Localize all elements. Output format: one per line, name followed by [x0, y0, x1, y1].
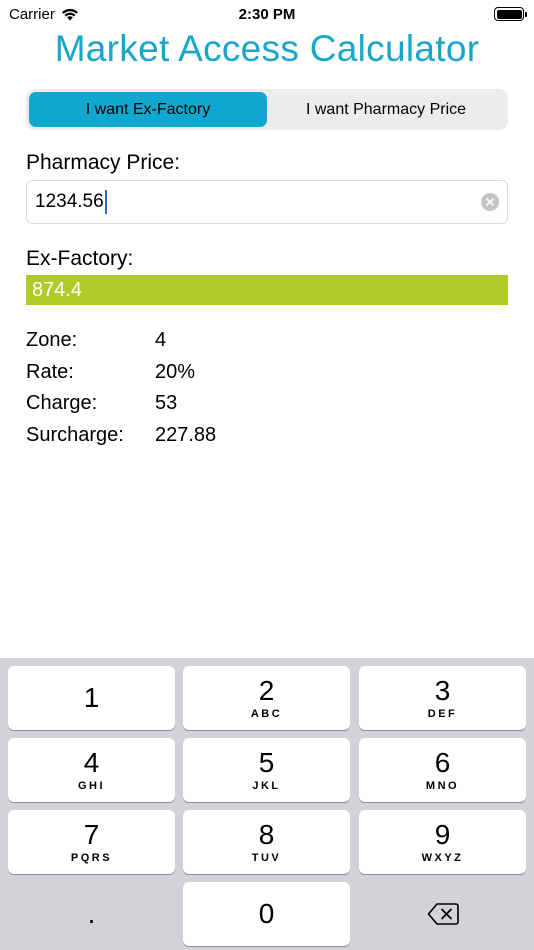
ex-factory-label: Ex-Factory:: [26, 247, 134, 270]
backspace-icon: [427, 903, 459, 925]
key-letters: TUV: [251, 852, 282, 864]
key-1[interactable]: 1: [8, 666, 175, 730]
app-title: Market Access Calculator: [54, 28, 480, 69]
key-letters: GHI: [77, 780, 106, 792]
key-letters: JKL: [252, 780, 281, 792]
detail-row-zone: Zone: 4: [26, 325, 216, 357]
key-letters: MNO: [425, 780, 460, 792]
key-4[interactable]: 4 GHI: [8, 738, 175, 802]
detail-row-rate: Rate: 20%: [26, 357, 216, 389]
key-digit: 7: [83, 819, 100, 850]
key-letters: PQRS: [70, 852, 113, 864]
key-7[interactable]: 7 PQRS: [8, 810, 175, 874]
key-digit: 1: [83, 682, 100, 713]
key-letters: DEF: [427, 708, 458, 720]
key-5[interactable]: 5 JKL: [183, 738, 350, 802]
pharmacy-price-label: Pharmacy Price:: [26, 151, 181, 174]
key-2[interactable]: 2 ABC: [183, 666, 350, 730]
text-caret: [104, 190, 107, 214]
charge-label: Charge:: [26, 392, 98, 415]
zone-value: 4: [155, 329, 167, 352]
detail-row-charge: Charge: 53: [26, 388, 216, 420]
ex-factory-value: 874.4: [32, 278, 83, 301]
detail-row-surcharge: Surcharge: 227.88: [26, 420, 216, 452]
key-digit: 6: [434, 747, 451, 778]
status-time: 2:30 PM: [238, 5, 296, 23]
key-3[interactable]: 3 DEF: [359, 666, 526, 730]
carrier-label: Carrier: [9, 5, 55, 23]
rate-label: Rate:: [26, 360, 74, 383]
key-digit: 2: [258, 675, 275, 706]
key-9[interactable]: 9 WXYZ: [359, 810, 526, 874]
segment-ex-factory[interactable]: I want Ex-Factory: [29, 92, 267, 127]
key-delete[interactable]: [359, 882, 526, 946]
key-8[interactable]: 8 TUV: [183, 810, 350, 874]
status-left: Carrier: [9, 6, 79, 23]
ex-factory-result: 874.4: [26, 275, 508, 305]
segment-pharmacy-price[interactable]: I want Pharmacy Price: [267, 92, 505, 127]
pharmacy-price-value: 1234.56: [35, 191, 104, 212]
charge-value: 53: [155, 392, 178, 415]
details-list: Zone: 4 Rate: 20% Charge: 53 Surcharge: …: [26, 325, 216, 451]
clear-circle-icon[interactable]: [481, 193, 499, 211]
status-bar: Carrier 2:30 PM: [0, 0, 534, 28]
mode-segmented-control: I want Ex-Factory I want Pharmacy Price: [26, 89, 508, 130]
wifi-icon: [61, 8, 78, 20]
x-glyph: [486, 198, 494, 206]
surcharge-label: Surcharge:: [26, 423, 124, 446]
surcharge-value: 227.88: [155, 423, 217, 446]
key-digit: 5: [258, 747, 275, 778]
key-digit: 9: [434, 819, 451, 850]
key-digit: 0: [258, 898, 275, 929]
key-letters: ABC: [250, 708, 283, 720]
rate-value: 20%: [155, 360, 196, 383]
key-decimal[interactable]: .: [8, 882, 175, 946]
screen: Carrier 2:30 PM Market Access Calculator…: [0, 0, 534, 950]
key-letters: WXYZ: [421, 852, 464, 864]
battery-icon: [494, 7, 527, 21]
key-0[interactable]: 0: [183, 882, 350, 946]
zone-label: Zone:: [26, 329, 78, 352]
key-digit: 8: [258, 819, 275, 850]
key-digit: 4: [83, 747, 100, 778]
key-digit: 3: [434, 675, 451, 706]
pharmacy-price-input[interactable]: 1234.56: [26, 180, 508, 224]
key-digit: .: [87, 898, 96, 929]
key-6[interactable]: 6 MNO: [359, 738, 526, 802]
battery-fill: [496, 9, 522, 19]
numeric-keypad: 1 2 ABC 3 DEF 4 GHI 5 JKL 6 MNO 7 PQRS 8…: [0, 658, 534, 950]
